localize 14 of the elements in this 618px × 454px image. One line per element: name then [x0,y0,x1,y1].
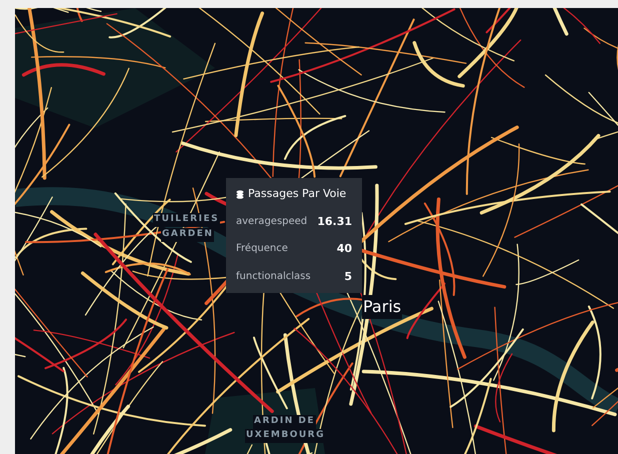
map-label: GARDEN [161,228,214,242]
field-label: functionalclass [236,270,311,284]
field-value: 5 [344,268,352,284]
map-label: TUILERIES [153,213,220,226]
map-label: UXEMBOURG [245,429,326,442]
field-label: averagespeed [236,214,308,228]
layers-icon [236,190,244,199]
map[interactable]: Passages Par Voie averagespeed 16.31 Fréquence 40 functionalclass 5 TUILERIES GARDEN Paris ARDIN DE UXEMBOURG [15,8,618,454]
field-value: 40 [336,241,352,257]
tooltip-title: Passages Par Voie [248,186,346,202]
field-value: 16.31 [317,214,352,230]
map-label: Paris [362,295,402,319]
field-label: Fréquence [236,242,288,256]
map-label: ARDIN DE [253,415,316,428]
